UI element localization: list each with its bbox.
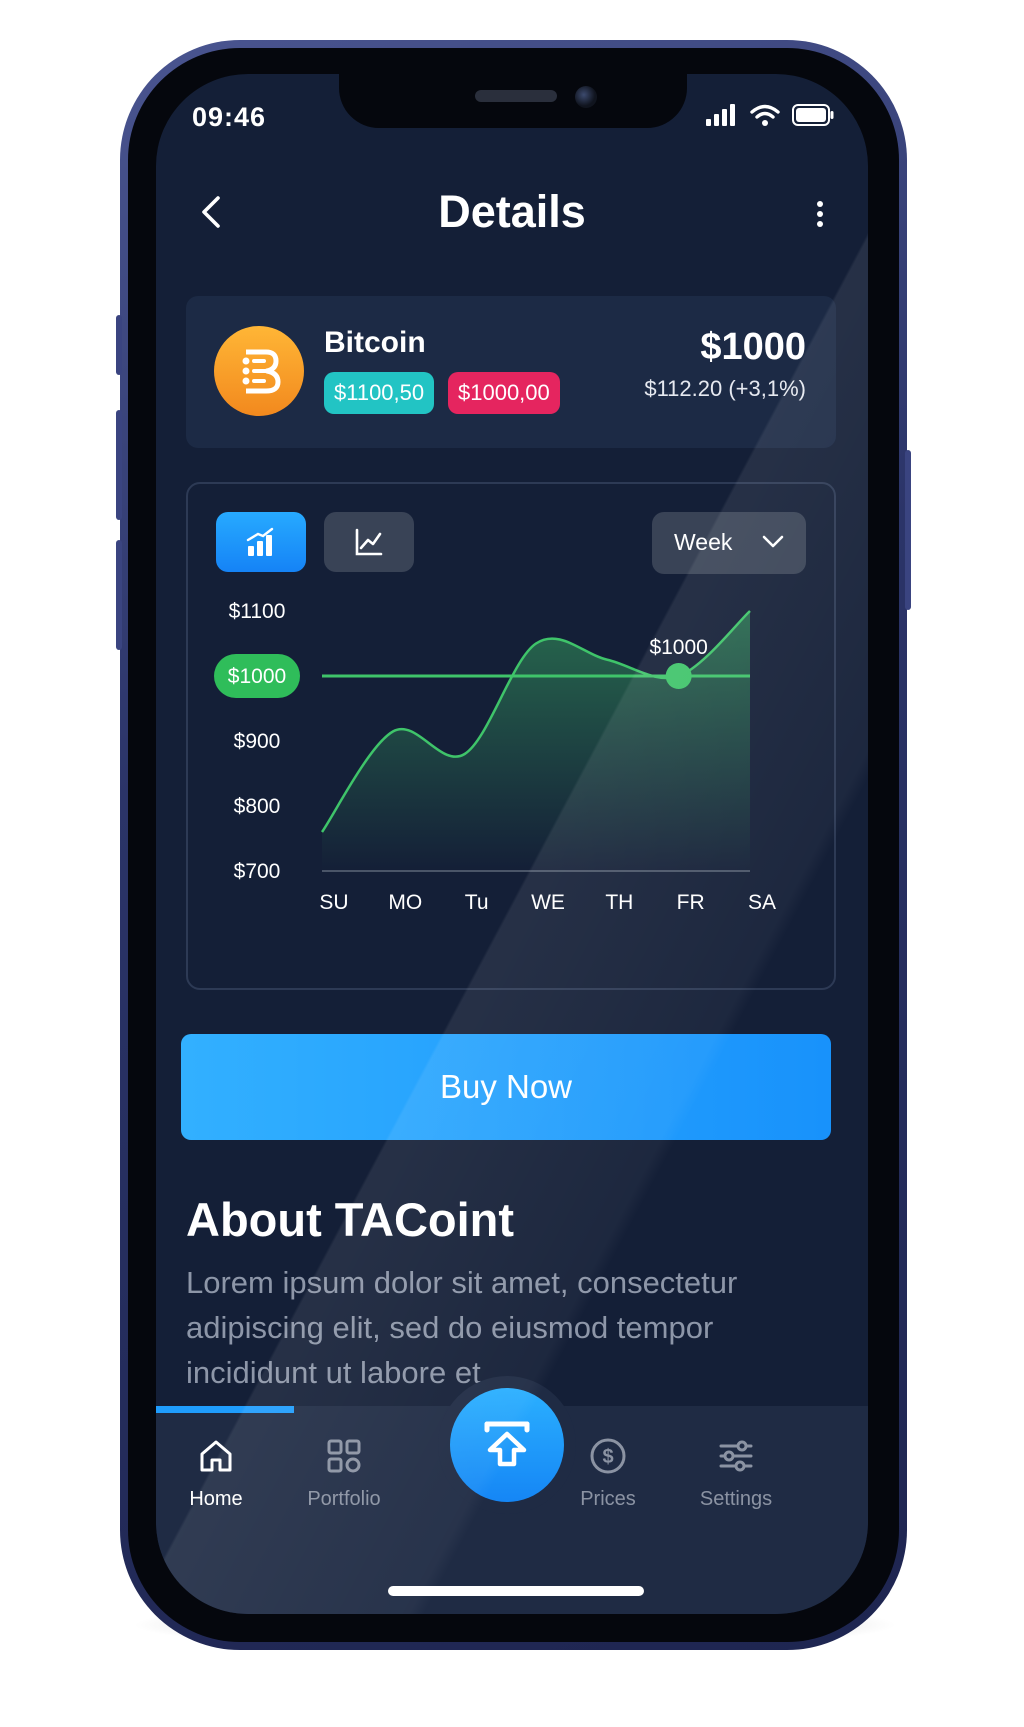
about-title: About TACoint [186, 1193, 515, 1246]
wifi-icon [750, 104, 780, 126]
coin-change: $112.20 (+3,1%) [644, 376, 806, 401]
svg-text:$: $ [602, 1446, 613, 1468]
speaker [475, 90, 557, 102]
volume-down-button [116, 540, 122, 650]
coin-summary-card: Bitcoin $1100,50 $1000,00 $1000 $112.20 … [186, 296, 836, 448]
dollar-icon: $ [590, 1438, 626, 1474]
tab-portfolio[interactable]: Portfolio [284, 1436, 404, 1546]
coin-price: $1000 [700, 326, 806, 368]
buy-now-button[interactable]: Buy Now [181, 1034, 831, 1140]
y-tick-label: $800 [234, 795, 281, 818]
tab-home[interactable]: Home [156, 1436, 276, 1546]
x-tick-label: MO [388, 891, 422, 914]
sliders-icon [719, 1440, 753, 1472]
x-tick-label: SU [319, 891, 348, 914]
tab-settings-label: Settings [699, 1488, 773, 1510]
tab-portfolio-label: Portfolio [307, 1488, 381, 1510]
home-icon [200, 1440, 232, 1472]
bitcoin-logo-icon [214, 326, 304, 416]
home-indicator [388, 1586, 644, 1596]
status-time: 09:46 [192, 102, 267, 132]
x-tick-label: Tu [465, 891, 489, 914]
power-button [905, 450, 911, 610]
mute-switch [116, 315, 122, 375]
more-vertical-icon[interactable] [808, 194, 832, 234]
active-tab-indicator [156, 1406, 294, 1413]
y-tick-label: $1100 [229, 600, 286, 623]
volume-up-button [116, 410, 122, 520]
notch [339, 74, 687, 128]
upload-icon [484, 1421, 530, 1467]
buy-price-badge: $1100,50 [324, 372, 435, 414]
coin-name: Bitcoin [324, 326, 426, 359]
signal-icon [706, 104, 735, 126]
battery-icon [792, 104, 834, 126]
tab-prices-label: Prices [580, 1488, 636, 1510]
page-title: Details [438, 186, 586, 237]
x-tick-label: WE [531, 891, 565, 914]
upload-fab-button[interactable] [450, 1388, 564, 1502]
highlight-value-label: $1000 [649, 636, 707, 659]
y-tick-label: $700 [234, 860, 281, 883]
highlight-point[interactable] [665, 663, 692, 689]
grid-icon [327, 1439, 361, 1473]
tab-settings[interactable]: Settings [676, 1436, 796, 1546]
y-tick-label: $900 [234, 730, 281, 753]
price-chart: $1100 $1000 $900 $800 $700 SU MO Tu WE TH FR SA $1… [214, 600, 776, 914]
chart-card: Week $1100 $1000 $900 $800 $700 SU MO Tu WE TH FR… [186, 482, 836, 990]
camera [575, 86, 597, 108]
y-tick-label: $1000 [228, 665, 286, 688]
x-tick-label: FR [677, 891, 705, 914]
about-text: Lorem ipsum dolor sit amet, consectetur … [186, 1265, 738, 1390]
tab-home-label: Home [189, 1488, 243, 1510]
sell-price-badge: $1000,00 [448, 372, 560, 414]
status-icons [706, 104, 834, 126]
x-tick-label: TH [605, 891, 633, 914]
app-screen: 09:46 Details Bitcoin $1100,50 $1000,00 … [156, 74, 868, 1614]
x-tick-label: SA [748, 891, 776, 914]
